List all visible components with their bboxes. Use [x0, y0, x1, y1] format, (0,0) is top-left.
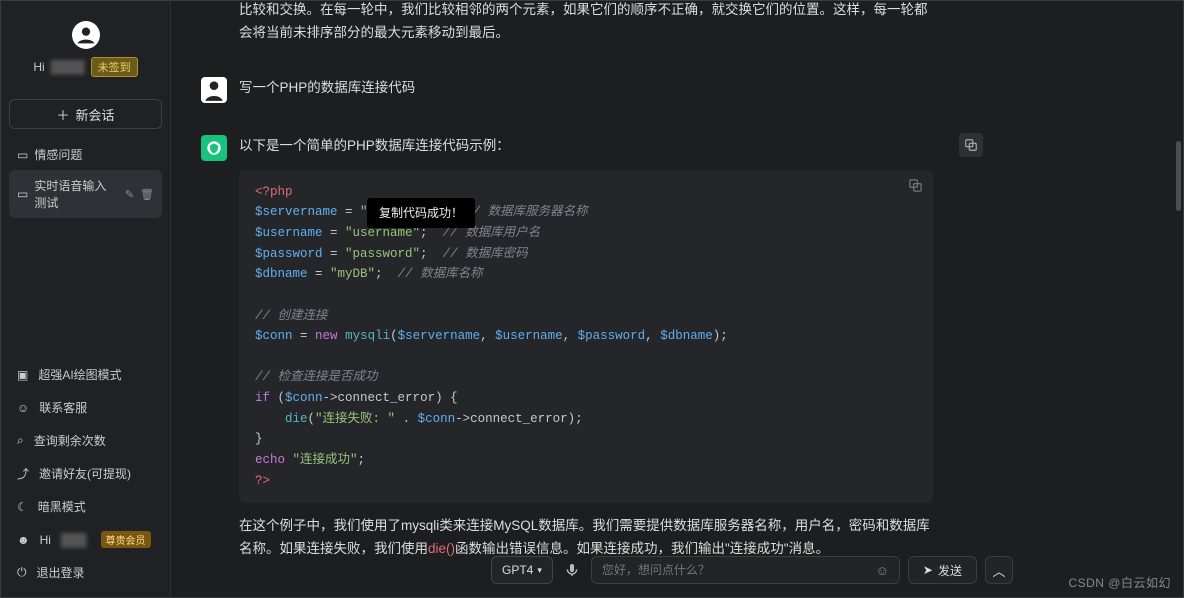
- chevron-down-icon: ▾: [537, 565, 542, 576]
- support-icon: ☺: [17, 401, 29, 415]
- send-label: 发送: [938, 562, 962, 579]
- code-content-php: <?php $servername = "localhost"; // 数据库服…: [239, 170, 933, 503]
- chat-icon: ▭: [17, 187, 28, 201]
- greeting-text: Hi: [33, 60, 44, 74]
- session-label: 实时语音输入测试: [34, 177, 112, 211]
- chevron-up-icon: ︿: [992, 561, 1005, 580]
- session-item-voice-test[interactable]: ▭ 实时语音输入测试 ✎ 🗑: [9, 170, 162, 218]
- mic-button[interactable]: [561, 562, 583, 578]
- link-label: 超强AI绘图模式: [38, 366, 121, 383]
- new-session-button[interactable]: ＋ 新会话: [9, 99, 162, 129]
- sidebar-link-logout[interactable]: ⏻ 退出登录: [7, 556, 164, 589]
- chat-input-box[interactable]: ☺: [591, 556, 900, 584]
- user-avatar-small: [201, 77, 227, 103]
- logout-label: 退出登录: [37, 564, 85, 581]
- user-message: 写一个PHP的数据库连接代码: [171, 61, 1183, 119]
- copy-message-button[interactable]: [959, 133, 983, 157]
- chat-input[interactable]: [602, 563, 868, 577]
- emoji-icon[interactable]: ☺: [876, 563, 889, 578]
- scroll-top-button[interactable]: ︿: [985, 556, 1013, 584]
- user-text: 写一个PHP的数据库连接代码: [239, 77, 933, 100]
- ai-message-prev: arr[j + i] = temp; } } } } } } 在这个例子中，我们…: [171, 1, 1183, 61]
- user-avatar[interactable]: [72, 21, 100, 49]
- share-icon: ⤴: [17, 465, 29, 482]
- delete-icon[interactable]: 🗑: [140, 188, 154, 201]
- edit-icon[interactable]: ✎: [125, 188, 134, 201]
- sidebar-link-invite[interactable]: ⤴ 邀请好友(可提现): [7, 457, 164, 490]
- model-selector[interactable]: GPT4 ▾: [491, 556, 553, 584]
- copy-success-tooltip: 复制代码成功！: [367, 198, 475, 228]
- ai-explanation-prev: 在这个例子中，我们使用了一个嵌套的for循环来实现冒泡排序。外部循环控制排序的轮…: [239, 1, 933, 45]
- link-label: 查询剩余次数: [34, 432, 106, 449]
- sidebar-link-support[interactable]: ☺ 联系客服: [7, 391, 164, 424]
- code-block-php: 复制代码成功！ <?php $servername = "localhost";…: [239, 170, 933, 503]
- input-bar: GPT4 ▾ ☺ ➤ 发送 ︿: [491, 555, 1013, 585]
- image-icon: ▣: [17, 368, 28, 382]
- sidebar-link-darkmode[interactable]: ☾ 暗黑模式: [7, 490, 164, 523]
- send-icon: ➤: [923, 563, 933, 577]
- ai-avatar: [201, 135, 227, 161]
- search-icon: ⌕: [17, 433, 24, 448]
- plus-icon: ＋: [56, 105, 69, 124]
- moon-icon: ☾: [17, 500, 28, 514]
- power-icon: ⏻: [17, 565, 27, 580]
- sidebar: Hi ████ 未签到 ＋ 新会话 ▭ 情感问题 ▭ 实时语音输入测试 ✎ 🗑: [1, 1, 171, 597]
- chat-scroll[interactable]: arr[j + i] = temp; } } } } } } 在这个例子中，我们…: [171, 1, 1183, 597]
- sidebar-link-quota[interactable]: ⌕ 查询剩余次数: [7, 424, 164, 457]
- vip-badge: 尊贵会员: [101, 531, 151, 548]
- link-label: 联系客服: [39, 399, 87, 416]
- signin-badge[interactable]: 未签到: [91, 57, 138, 77]
- sidebar-link-account[interactable]: ☻ Hi ███ 尊贵会员: [7, 523, 164, 556]
- account-label: Hi: [40, 533, 51, 547]
- link-label: 邀请好友(可提现): [39, 465, 131, 482]
- user-icon: ☻: [17, 533, 30, 547]
- copy-code-button[interactable]: [908, 178, 923, 200]
- main-panel: arr[j + i] = temp; } } } } } } 在这个例子中，我们…: [171, 1, 1183, 597]
- sidebar-link-draw[interactable]: ▣ 超强AI绘图模式: [7, 358, 164, 391]
- session-label: 情感问题: [34, 146, 82, 163]
- ai-message: 以下是一个简单的PHP数据库连接代码示例： 复制代码成功！ <?php $ser…: [171, 119, 1183, 577]
- send-button[interactable]: ➤ 发送: [908, 556, 977, 584]
- ai-intro: 以下是一个简单的PHP数据库连接代码示例：: [239, 135, 933, 158]
- session-item-emotion[interactable]: ▭ 情感问题: [9, 139, 162, 170]
- chat-icon: ▭: [17, 148, 28, 162]
- model-label: GPT4: [502, 563, 533, 577]
- username-masked: ████: [51, 60, 85, 74]
- account-name-masked: ███: [61, 533, 87, 547]
- link-label: 暗黑模式: [38, 498, 86, 515]
- new-session-label: 新会话: [76, 105, 115, 124]
